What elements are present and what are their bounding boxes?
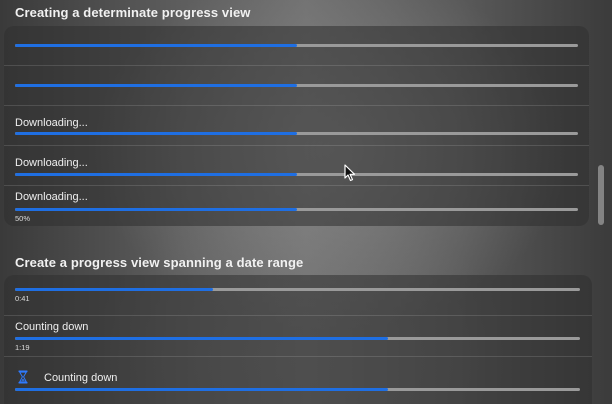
progress-label: Counting down [44,372,118,384]
progress-track [15,288,580,291]
progress-fill [15,173,297,176]
progress-track [15,337,580,340]
progress-row: Counting down 1:19 [4,316,592,357]
progress-row [4,26,589,66]
progress-row: Downloading... [4,146,589,186]
progress-track [15,208,578,211]
section-title-date-range: Create a progress view spanning a date r… [15,255,304,270]
progress-row: Downloading... 50% [4,186,589,226]
mouse-pointer-icon [344,164,356,182]
scrollbar-thumb[interactable] [598,165,604,225]
progress-row: Downloading... [4,106,589,146]
progress-row: Counting down [4,357,592,404]
progress-fill [15,288,213,291]
date-range-progress-card: 0:41 Counting down 1:19 Counting down [4,275,592,404]
progress-row: 0:41 [4,275,592,316]
progress-label: Counting down [15,321,89,333]
section-title-determinate: Creating a determinate progress view [15,5,251,20]
progress-track [15,132,578,135]
time-remaining-label: 1:19 [15,343,30,352]
progress-fill [15,44,297,47]
progress-label: Downloading... [15,157,88,169]
progress-percent-label: 50% [15,214,31,223]
progress-track [15,388,580,391]
progress-fill [15,388,388,391]
progress-row [4,66,589,106]
time-remaining-label: 0:41 [15,294,30,303]
progress-label: Downloading... [15,191,88,203]
progress-label: Downloading... [15,117,88,129]
progress-fill [15,208,297,211]
progress-fill [15,132,297,135]
hourglass-icon [18,370,28,384]
progress-track [15,84,578,87]
progress-track [15,44,578,47]
progress-fill [15,84,297,87]
progress-track [15,173,578,176]
determinate-progress-card: Downloading... Downloading... Downloadin… [4,26,589,226]
progress-fill [15,337,388,340]
